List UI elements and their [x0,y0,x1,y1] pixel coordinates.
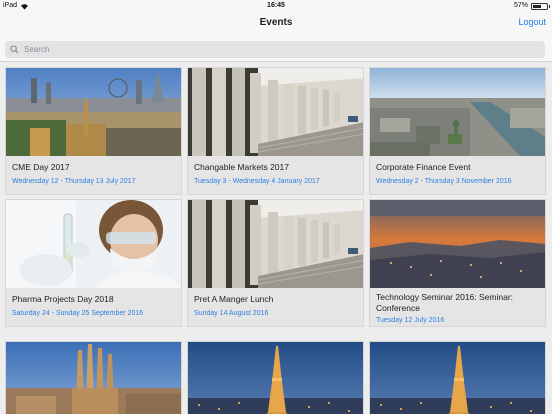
navigation-bar: Events Logout [0,12,552,38]
search-icon [10,45,19,54]
event-image-columns-building [188,68,363,156]
battery-icon [531,2,550,10]
event-card[interactable]: Pharma Projects Day 2018 Saturday 24 - Su… [5,199,182,327]
event-title: Technology Seminar 2016: Seminar: Confer… [376,292,514,313]
search-bar [0,38,552,62]
event-card[interactable]: Technology Seminar 2016: Seminar: Confer… [369,199,546,327]
event-card[interactable] [369,341,546,414]
event-image-city-river-aerial [370,68,545,156]
event-image-lab-scientist [6,200,181,288]
event-date: Wednesday 2 - Thursday 3 November 2016 [376,178,512,185]
page-title: Events [259,17,293,28]
event-image-eiffel-tower-night [188,342,363,414]
battery-level [533,4,541,8]
event-title: Pret A Manger Lunch [194,294,274,304]
event-title: Corporate Finance Event [376,162,471,172]
event-card[interactable]: Changable Markets 2017 Tuesday 3 - Wednes… [187,67,364,195]
event-title: CME Day 2017 [12,162,70,172]
event-image-london-skyline [6,68,181,156]
status-bar: iPad 16:45 57% [0,0,552,12]
event-image-eiffel-tower-night [370,342,545,414]
event-image-city-sunset [370,200,545,288]
event-image-sagrada-familia [6,342,181,414]
screen: iPad 16:45 57% Events Logout Search CME … [0,0,552,414]
event-card[interactable]: CME Day 2017 Wednesday 12 - Thursday 13 J… [5,67,182,195]
event-date: Tuesday 3 - Wednesday 4 January 2017 [194,178,320,185]
event-image-columns-building [188,200,363,288]
event-date: Saturday 24 - Sunday 25 September 2016 [12,310,144,317]
search-input[interactable] [24,45,524,54]
event-date: Sunday 14 August 2016 [194,310,269,317]
event-card[interactable] [187,341,364,414]
status-time: 16:45 [267,2,285,9]
event-card[interactable] [5,341,182,414]
event-title: Pharma Projects Day 2018 [12,294,114,304]
event-title: Changable Markets 2017 [194,162,289,172]
battery-percent: 57% [513,2,528,9]
logout-button[interactable]: Logout [518,17,546,27]
event-date: Wednesday 12 - Thursday 13 July 2017 [12,178,136,185]
event-date: Tuesday 12 July 2016 [376,317,445,324]
event-card[interactable]: Corporate Finance Event Wednesday 2 - Thu… [369,67,546,195]
event-card[interactable]: Pret A Manger Lunch Sunday 14 August 2016 [187,199,364,327]
search-field[interactable] [5,41,545,58]
